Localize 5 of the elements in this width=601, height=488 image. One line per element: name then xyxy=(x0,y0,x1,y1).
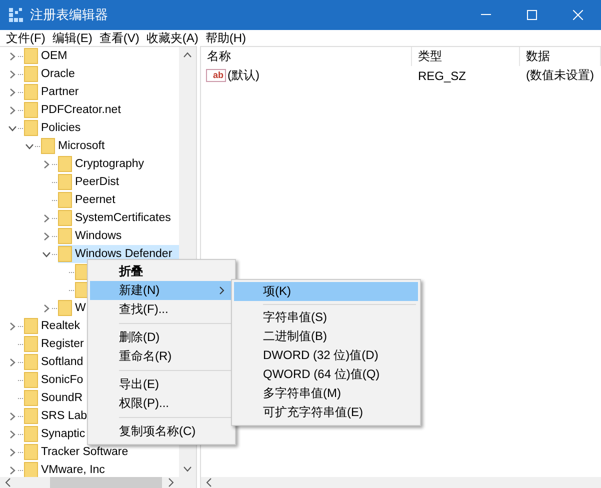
value-name: (默认) xyxy=(228,67,260,84)
value-type: REG_SZ xyxy=(417,68,468,82)
string-value-icon: ab xyxy=(206,69,226,82)
value-data: (数值未设置) xyxy=(525,67,595,84)
window-title: 注册表编辑器 xyxy=(30,6,108,24)
